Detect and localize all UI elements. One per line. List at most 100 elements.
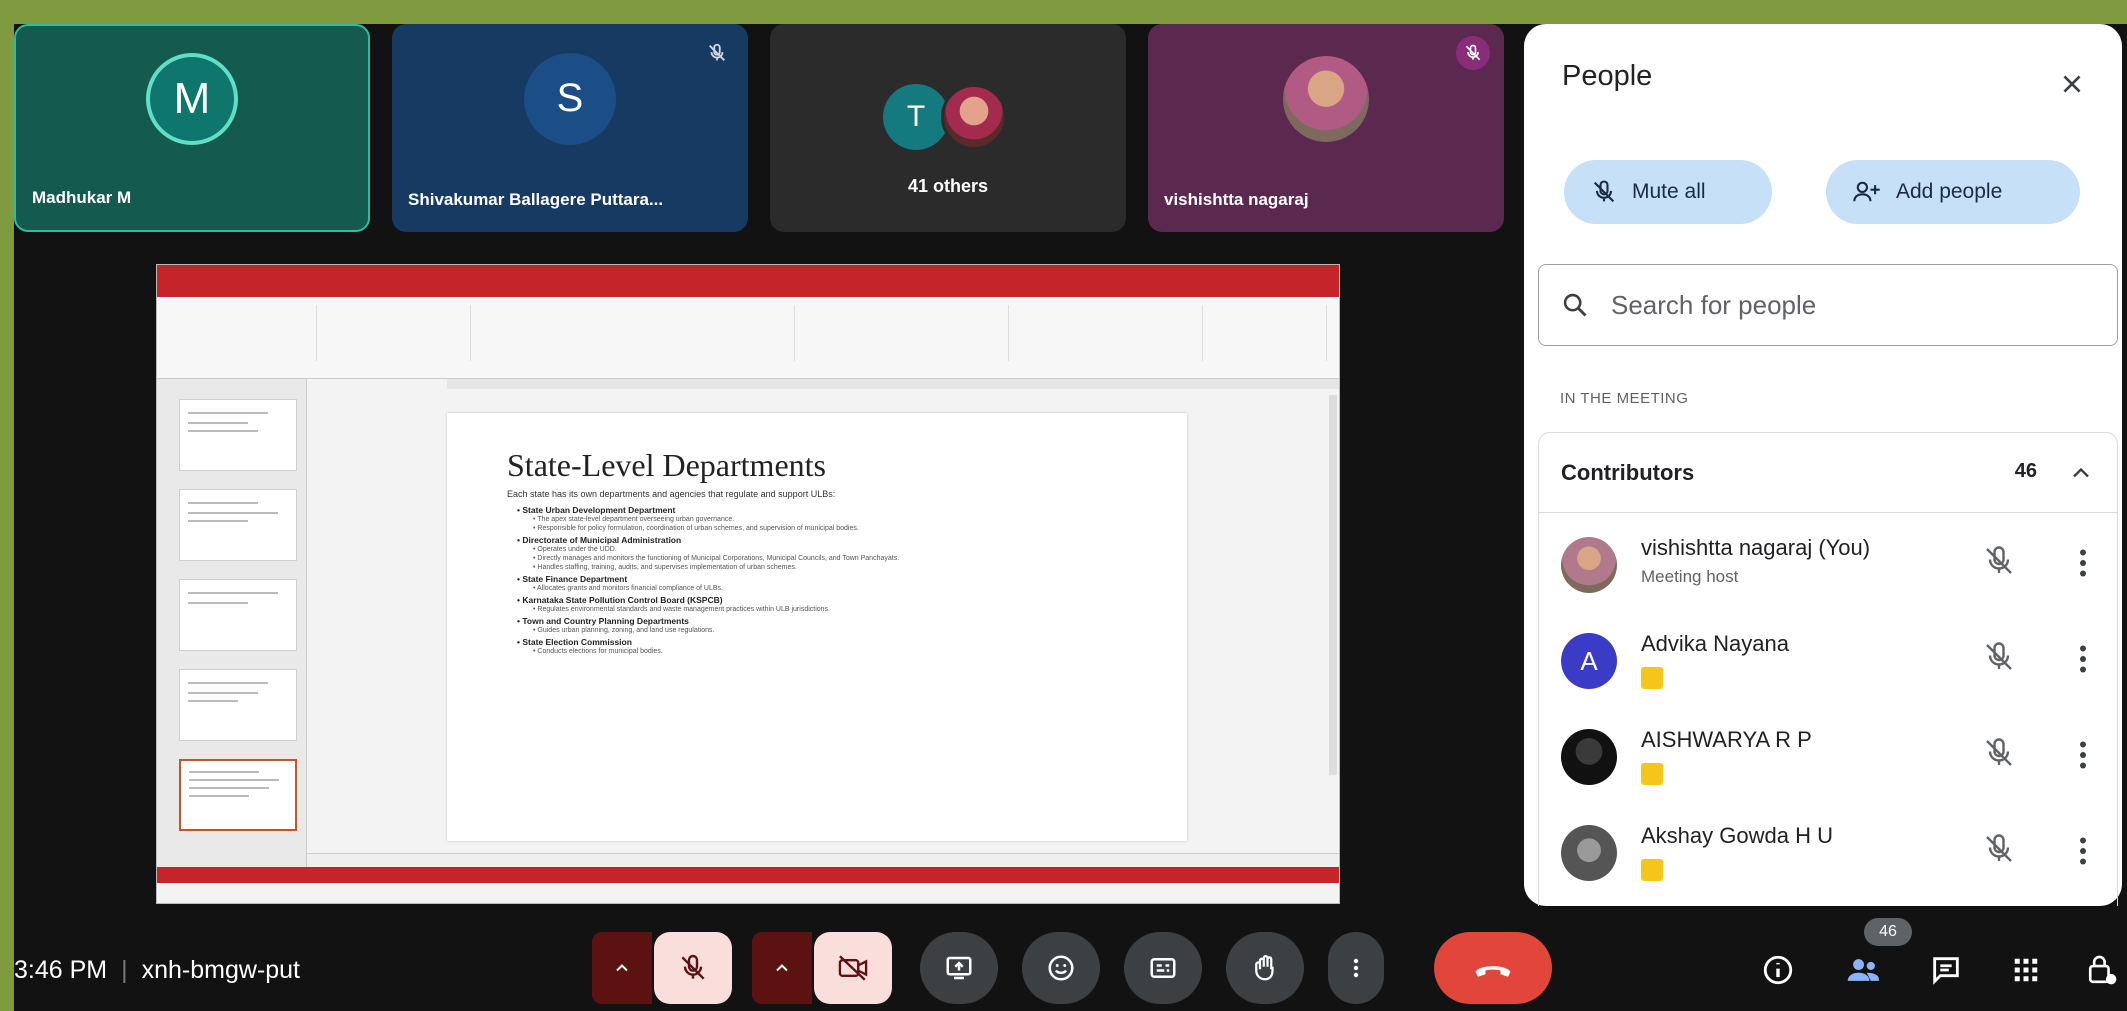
role-badge-icon	[1641, 859, 1663, 881]
close-icon	[2063, 75, 2081, 93]
mic-off-icon	[1593, 180, 1615, 203]
slide-title: State-Level Departments	[507, 447, 826, 483]
more-options-icon[interactable]	[2071, 737, 2095, 773]
video-options-button[interactable]	[752, 932, 812, 1004]
group-count: 46	[2014, 460, 2037, 482]
others-count: 41 others	[907, 176, 989, 196]
participant-name: AISHWARYA R P	[1641, 727, 1812, 752]
others-tile[interactable]: T 41 others	[770, 24, 1126, 232]
shared-screen: State-Level Departments Each state has i…	[156, 264, 1340, 904]
ribbon-tabs	[157, 283, 1339, 297]
participant-name: vishishtta nagaraj	[1164, 190, 1309, 209]
more-options-icon[interactable]	[2071, 833, 2095, 869]
apps-grid-icon	[2014, 958, 2038, 982]
reactions-button[interactable]	[1022, 932, 1100, 1004]
more-options-button[interactable]	[1328, 932, 1384, 1004]
more-vert-icon	[1353, 958, 1359, 978]
avatar	[1561, 729, 1617, 785]
mic-off-icon[interactable]	[1981, 639, 2017, 675]
avatar: M	[146, 53, 238, 146]
audio-options-button[interactable]	[592, 932, 652, 1004]
contributors-header[interactable]: Contributors 46	[1539, 433, 2117, 513]
role-badge-icon	[1641, 763, 1663, 785]
meeting-details-button[interactable]	[1756, 948, 1800, 992]
bullet-heading: State Election Commission	[517, 637, 1157, 647]
participant-tile-shivakumar[interactable]: S Shivakumar Ballagere Puttara...	[392, 24, 748, 232]
window-title-placeholder	[747, 269, 750, 279]
bullet: Handles staffing, training, audits, and …	[517, 563, 1157, 572]
people-icon	[1847, 959, 1879, 981]
participant-tile-vishishtta[interactable]: vishishtta nagaraj	[1148, 24, 1504, 232]
participant-row[interactable]: AISHWARYA R P	[1539, 707, 2117, 803]
participant-row[interactable]: Akshay Gowda H U	[1539, 803, 2117, 899]
activities-button[interactable]	[2004, 948, 2048, 992]
bullet: Regulates environmental standards and wa…	[517, 605, 1157, 614]
bullet-heading: Directorate of Municipal Administration	[517, 535, 1157, 545]
mic-off-icon[interactable]	[1981, 543, 2017, 579]
raise-hand-button[interactable]	[1226, 932, 1304, 1004]
avatar-photo	[1283, 55, 1369, 142]
bullet: Responsible for policy formulation, coor…	[517, 524, 1157, 533]
notes-pane	[307, 853, 1339, 867]
bullet: Guides urban planning, zoning, and land …	[517, 626, 1157, 635]
more-options-icon[interactable]	[2071, 641, 2095, 677]
bullet-heading: Karnataka State Pollution Control Board …	[517, 595, 1157, 605]
role-badge-icon	[1641, 667, 1663, 689]
bullet: Operates under the UDD.	[517, 545, 1157, 554]
hand-icon	[1255, 955, 1274, 981]
search-input[interactable]	[1611, 289, 2051, 321]
captions-button[interactable]	[1124, 932, 1202, 1004]
participant-role: Meeting host	[1641, 567, 1739, 586]
people-panel: People Mute all Add people IN THE MEETIN…	[1524, 24, 2122, 906]
participant-name: Akshay Gowda H U	[1641, 823, 1833, 848]
slide-thumbnails	[157, 379, 307, 867]
captions-icon	[1150, 958, 1176, 978]
participant-tile-madhukar[interactable]: M Madhukar M	[14, 24, 370, 232]
section-label: IN THE MEETING	[1560, 390, 1689, 407]
mic-off-icon[interactable]	[1981, 831, 2017, 867]
bullet-heading: Town and Country Planning Departments	[517, 616, 1157, 626]
search-icon	[1563, 293, 1587, 317]
bullet-heading: State Urban Development Department	[517, 505, 1157, 515]
participant-row[interactable]: A Advika Nayana	[1539, 611, 2117, 707]
hang-up-icon	[1475, 966, 1511, 977]
chat-button[interactable]	[1924, 948, 1968, 992]
slide-bullets: State Urban Development Department The a…	[517, 503, 1157, 656]
avatar: T	[883, 84, 949, 150]
more-options-icon[interactable]	[2071, 545, 2095, 581]
app-title-bar	[157, 265, 1339, 283]
info-icon	[1763, 955, 1793, 985]
avatar-photo	[941, 84, 1007, 150]
meeting-code: xnh-bmgw-put	[141, 956, 301, 984]
meeting-info: 3:46 PM | xnh-bmgw-put	[14, 956, 301, 984]
avatar	[1561, 537, 1617, 593]
slide-canvas: State-Level Departments Each state has i…	[447, 413, 1187, 841]
mic-off-icon	[1456, 36, 1490, 70]
chevron-up-icon[interactable]	[2067, 459, 2095, 487]
present-button[interactable]	[920, 932, 998, 1004]
mic-off-icon	[681, 954, 705, 980]
participant-row[interactable]: vishishtta nagaraj (You) Meeting host	[1539, 515, 2117, 611]
bullet: Directly manages and monitors the functi…	[517, 554, 1157, 563]
mute-all-button[interactable]: Mute all	[1564, 160, 1772, 224]
search-box[interactable]	[1538, 264, 2118, 346]
lock-person-icon	[2088, 955, 2117, 985]
participant-name: Advika Nayana	[1641, 631, 1789, 656]
chevron-up-icon	[776, 964, 788, 972]
add-people-button[interactable]: Add people	[1826, 160, 2080, 224]
leave-call-button[interactable]	[1434, 932, 1552, 1004]
people-count-badge: 46	[1864, 918, 1912, 946]
mic-off-icon[interactable]	[1981, 735, 2017, 771]
close-button[interactable]	[2052, 64, 2092, 104]
mute-all-label: Mute all	[1632, 180, 1706, 203]
mic-off-icon	[700, 36, 734, 70]
mic-toggle-button[interactable]	[654, 932, 732, 1004]
host-controls-button[interactable]	[2080, 948, 2124, 992]
panel-title: People	[1562, 60, 1653, 92]
emoji-icon	[1048, 955, 1074, 981]
bullet-heading: State Finance Department	[517, 574, 1157, 584]
others-avatars: T	[883, 80, 1013, 152]
camera-toggle-button[interactable]	[814, 932, 892, 1004]
status-bar	[157, 867, 1339, 883]
people-button[interactable]	[1842, 948, 1886, 992]
